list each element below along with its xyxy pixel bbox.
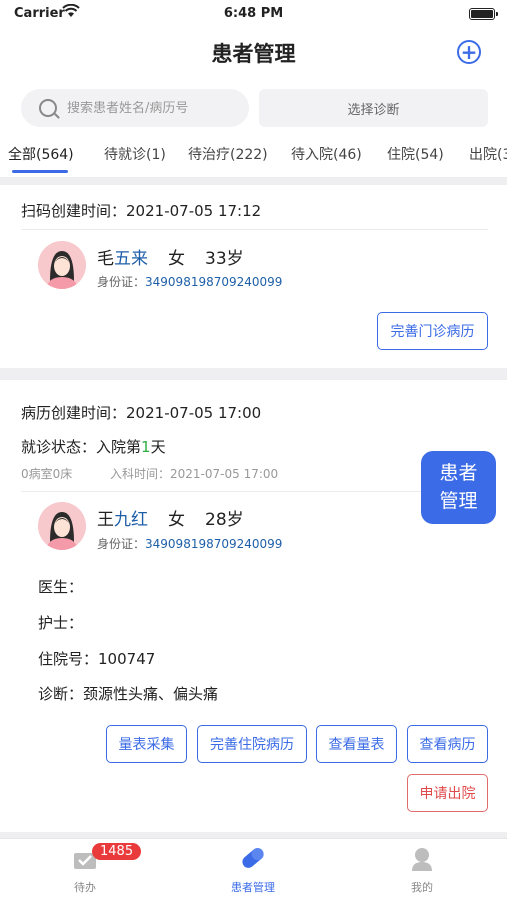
view-record-button[interactable]: 查看病历: [407, 725, 488, 763]
patient-card[interactable]: 扫码创建时间：2021-07-05 17:12 毛五来女 33岁 身份证：3490…: [0, 185, 507, 368]
tab-active-indicator: [12, 170, 68, 173]
float-label-line2: 管理: [439, 490, 478, 512]
divider: [21, 229, 488, 230]
created-time: 2021-07-05 17:00: [126, 404, 262, 422]
patient-age: 33岁: [205, 249, 244, 269]
created-time: 2021-07-05 17:12: [126, 202, 262, 220]
patient-surname: 毛: [97, 249, 114, 269]
visit-day: 1: [141, 438, 151, 456]
visit-status-label: 就诊状态：: [21, 438, 97, 456]
patient-management-float-button[interactable]: 患者 管理: [421, 451, 496, 524]
admit-time: 2021-07-05 17:00: [170, 467, 279, 481]
avatar: [38, 502, 86, 550]
nav-patient-management[interactable]: 患者管理: [203, 845, 303, 895]
admission-no-label: 住院号：: [38, 650, 99, 668]
admission-no: 100747: [98, 650, 156, 668]
id-label: 身份证：: [97, 275, 146, 289]
todo-badge: 1485: [92, 843, 142, 860]
created-time-line: 扫码创建时间：2021-07-05 17:12: [21, 200, 261, 221]
complete-inpatient-record-button[interactable]: 完善住院病历: [197, 725, 307, 763]
room-bed: 0病室0床: [21, 467, 73, 481]
visit-status-line: 就诊状态：入院第1天: [21, 436, 166, 457]
diagnosis-label: 诊断：: [38, 685, 84, 703]
tab-all[interactable]: 全部(564): [8, 144, 74, 164]
complete-outpatient-record-button[interactable]: 完善门诊病历: [377, 312, 488, 350]
diagnosis-value: 颈源性头痛、偏头痛: [83, 685, 219, 703]
search-row: 选择诊断: [0, 76, 507, 138]
apply-discharge-button[interactable]: 申请出院: [407, 774, 488, 812]
id-line: 身份证：349098198709240099: [97, 535, 282, 552]
patient-surname: 王: [97, 510, 114, 530]
nurse-label: 护士：: [38, 614, 84, 632]
view-scale-button[interactable]: 查看量表: [316, 725, 397, 763]
patient-card[interactable]: 病历创建时间：2021-07-05 17:00 就诊状态：入院第1天 0病室0床…: [0, 380, 507, 832]
nav-mine-label: 我的: [411, 881, 433, 894]
page-title: 患者管理: [211, 42, 296, 66]
divider: [21, 491, 488, 492]
search-icon: [39, 99, 57, 117]
created-time-line: 病历创建时间：2021-07-05 17:00: [21, 402, 261, 423]
battery-icon: [469, 8, 498, 20]
female-avatar-icon: [38, 241, 86, 289]
patient-name-line: 毛五来女 33岁: [97, 244, 244, 269]
avatar: [38, 241, 86, 289]
float-label-line1: 患者: [439, 462, 478, 484]
id-number: 349098198709240099: [145, 537, 283, 551]
admission-no-row: 住院号：100747: [38, 648, 155, 669]
capsule-icon: [242, 848, 264, 868]
patient-gender: 女: [168, 249, 185, 269]
tab-waiting-admission[interactable]: 待入院(46): [291, 144, 362, 164]
nav-header: 患者管理 +: [0, 28, 507, 76]
nav-patient-management-label: 患者管理: [231, 881, 275, 894]
clock: 6:48 PM: [223, 6, 284, 21]
id-label: 身份证：: [97, 537, 146, 551]
patient-given-name: 九红: [114, 510, 148, 530]
status-bar: Carrier 6:48 PM: [0, 0, 507, 28]
user-icon: [412, 848, 432, 871]
search-box[interactable]: [21, 89, 249, 127]
id-number: 349098198709240099: [145, 275, 283, 289]
female-avatar-icon: [38, 502, 86, 550]
tab-discharged[interactable]: 出院(3: [469, 144, 507, 164]
visit-status-suffix: 天: [150, 438, 166, 456]
patient-name-line: 王九红女 28岁: [97, 505, 244, 530]
created-label: 病历创建时间：: [21, 404, 127, 422]
tab-waiting-treatment[interactable]: 待治疗(222): [188, 144, 268, 164]
created-label: 扫码创建时间：: [21, 202, 127, 220]
patient-gender: 女: [168, 510, 185, 530]
patient-age: 28岁: [205, 510, 244, 530]
tab-inpatient[interactable]: 住院(54): [387, 144, 444, 164]
diagnosis-row: 诊断：颈源性头痛、偏头痛: [38, 683, 218, 704]
status-tabs: 全部(564) 待就诊(1) 待治疗(222) 待入院(46) 住院(54) 出…: [0, 138, 507, 178]
nav-todo-label: 待办: [74, 881, 96, 894]
doctor-row: 医生：: [38, 576, 83, 597]
tab-waiting-visit[interactable]: 待就诊(1): [104, 144, 166, 164]
visit-status-prefix: 入院第: [96, 438, 142, 456]
search-input[interactable]: [67, 100, 227, 116]
plus-icon: +: [460, 40, 478, 64]
admit-time-line: 入科时间：2021-07-05 17:00: [110, 465, 278, 482]
add-patient-button[interactable]: +: [457, 40, 481, 64]
nurse-row: 护士：: [38, 612, 83, 633]
diagnosis-select[interactable]: 选择诊断: [259, 89, 488, 127]
doctor-label: 医生：: [38, 578, 84, 596]
scale-collection-button[interactable]: 量表采集: [106, 725, 187, 763]
patient-given-name: 五来: [114, 249, 148, 269]
bottom-tab-bar: 待办 1485 患者管理 我的: [0, 838, 507, 900]
admit-label: 入科时间：: [110, 467, 171, 481]
id-line: 身份证：349098198709240099: [97, 273, 282, 290]
nav-mine[interactable]: 我的: [372, 845, 472, 895]
